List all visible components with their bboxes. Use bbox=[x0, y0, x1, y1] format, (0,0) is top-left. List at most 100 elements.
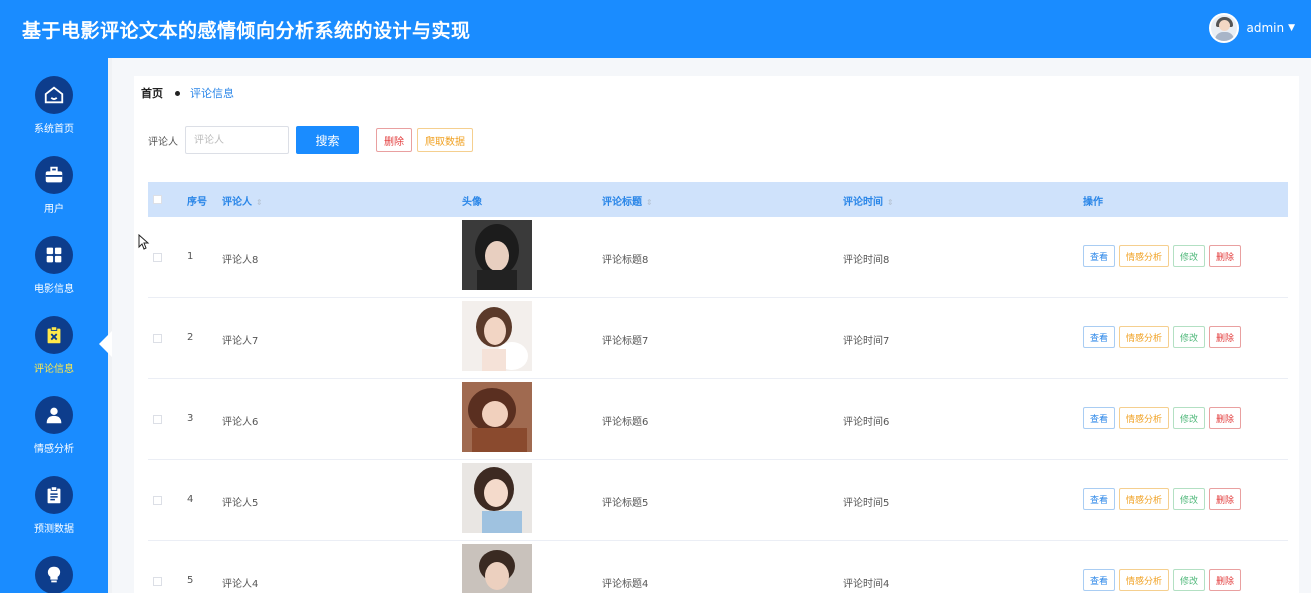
content-panel: 首页 评论信息 评论人 搜索 删除 爬取数据 序号 评论人⇕ 头像 评论标题⇕ … bbox=[134, 76, 1299, 593]
sentiment-analysis-button[interactable]: 情感分析 bbox=[1119, 407, 1170, 429]
search-label: 评论人 bbox=[148, 136, 178, 148]
main-content: 首页 评论信息 评论人 搜索 删除 爬取数据 序号 评论人⇕ 头像 评论标题⇕ … bbox=[112, 58, 1311, 593]
table-row: 5 评论人4 评论标题4 评论时间4 查看 情感分析 修改 删除 bbox=[148, 541, 1288, 593]
row-index: 3 bbox=[187, 413, 194, 424]
column-header-actions: 操作 bbox=[1083, 197, 1103, 208]
row-time: 评论时间6 bbox=[843, 417, 890, 428]
app-title: 基于电影评论文本的感情倾向分析系统的设计与实现 bbox=[22, 19, 471, 42]
breadcrumb: 首页 评论信息 bbox=[141, 85, 234, 101]
reviewer-avatar-image bbox=[462, 544, 532, 593]
sentiment-analysis-button[interactable]: 情感分析 bbox=[1119, 569, 1170, 591]
breadcrumb-home[interactable]: 首页 bbox=[141, 85, 163, 101]
row-actions: 查看 情感分析 修改 删除 bbox=[1083, 326, 1245, 348]
row-time: 评论时间7 bbox=[843, 336, 890, 347]
reviewer-avatar-image bbox=[462, 382, 532, 452]
row-checkbox[interactable] bbox=[153, 253, 162, 262]
sidebar-item-label: 电影信息 bbox=[34, 284, 74, 295]
user-icon bbox=[35, 396, 73, 434]
row-reviewer: 评论人5 bbox=[222, 498, 259, 509]
row-checkbox[interactable] bbox=[153, 496, 162, 505]
row-index: 2 bbox=[187, 332, 194, 343]
row-checkbox[interactable] bbox=[153, 415, 162, 424]
row-reviewer: 评论人8 bbox=[222, 255, 259, 266]
row-time: 评论时间8 bbox=[843, 255, 890, 266]
user-menu[interactable]: admin ▼ bbox=[1209, 13, 1295, 43]
sentiment-analysis-button[interactable]: 情感分析 bbox=[1119, 488, 1170, 510]
delete-button[interactable]: 删除 bbox=[1209, 569, 1242, 591]
username-label[interactable]: admin bbox=[1246, 21, 1284, 35]
row-actions: 查看 情感分析 修改 删除 bbox=[1083, 569, 1245, 591]
view-button[interactable]: 查看 bbox=[1083, 407, 1116, 429]
edit-button[interactable]: 修改 bbox=[1173, 569, 1206, 591]
row-reviewer: 评论人7 bbox=[222, 336, 259, 347]
document-icon bbox=[35, 476, 73, 514]
delete-button[interactable]: 删除 bbox=[1209, 326, 1242, 348]
delete-button[interactable]: 删除 bbox=[1209, 488, 1242, 510]
column-header-title[interactable]: 评论标题 ⇕ bbox=[602, 193, 653, 208]
row-reviewer: 评论人6 bbox=[222, 417, 259, 428]
edit-button[interactable]: 修改 bbox=[1173, 407, 1206, 429]
row-index: 4 bbox=[187, 494, 194, 505]
column-header-time[interactable]: 评论时间 ⇕ bbox=[843, 193, 894, 208]
search-button[interactable]: 搜索 bbox=[296, 126, 359, 154]
column-header-reviewer[interactable]: 评论人 ⇕ bbox=[222, 193, 263, 208]
table-row: 4 评论人5 评论标题5 评论时间5 查看 情感分析 修改 删除 bbox=[148, 460, 1288, 541]
column-header-avatar: 头像 bbox=[462, 197, 482, 208]
row-title: 评论标题5 bbox=[602, 498, 649, 509]
table-row: 3 评论人6 评论标题6 评论时间6 查看 情感分析 修改 删除 bbox=[148, 379, 1288, 460]
row-checkbox[interactable] bbox=[153, 577, 162, 586]
table-row: 1 评论人8 评论标题8 评论时间8 查看 情感分析 修改 删除 bbox=[148, 217, 1288, 298]
view-button[interactable]: 查看 bbox=[1083, 569, 1116, 591]
edit-button[interactable]: 修改 bbox=[1173, 326, 1206, 348]
delete-button[interactable]: 删除 bbox=[1209, 245, 1242, 267]
row-reviewer: 评论人4 bbox=[222, 579, 259, 590]
view-button[interactable]: 查看 bbox=[1083, 245, 1116, 267]
reviews-table: 序号 评论人 ⇕ 头像 评论标题 ⇕ 评论时间 ⇕ 操作 1 评论人8 评论标题8 评… bbox=[148, 182, 1288, 593]
sidebar-item-home[interactable]: 系统首页 bbox=[0, 58, 108, 138]
column-header-index: 序号 bbox=[187, 197, 207, 208]
caret-down-icon[interactable]: ▼ bbox=[1288, 23, 1295, 33]
view-button[interactable]: 查看 bbox=[1083, 326, 1116, 348]
sidebar-item-label: 用户 bbox=[44, 204, 64, 215]
sort-icon: ⇕ bbox=[256, 198, 263, 207]
table-header: 序号 评论人 ⇕ 头像 评论标题 ⇕ 评论时间 ⇕ 操作 bbox=[148, 182, 1288, 217]
clipboard-x-icon bbox=[35, 316, 73, 354]
sidebar-item-label: 预测数据 bbox=[34, 524, 74, 535]
row-actions: 查看 情感分析 修改 删除 bbox=[1083, 488, 1245, 510]
reviewer-search-input[interactable] bbox=[185, 126, 289, 154]
avatar[interactable] bbox=[1209, 13, 1240, 43]
row-title: 评论标题4 bbox=[602, 579, 649, 590]
sidebar-item-sentiment[interactable]: 情感分析 bbox=[0, 378, 108, 458]
top-header: 基于电影评论文本的感情倾向分析系统的设计与实现 admin ▼ bbox=[0, 0, 1311, 58]
crawl-data-button[interactable]: 爬取数据 bbox=[417, 128, 473, 152]
sidebar-item-prediction[interactable]: 预测数据 bbox=[0, 458, 108, 538]
row-checkbox[interactable] bbox=[153, 334, 162, 343]
row-time: 评论时间4 bbox=[843, 579, 890, 590]
grid-icon bbox=[35, 236, 73, 274]
sort-icon: ⇕ bbox=[887, 198, 894, 207]
row-index: 5 bbox=[187, 575, 194, 586]
select-all-checkbox[interactable] bbox=[153, 195, 162, 204]
row-actions: 查看 情感分析 修改 删除 bbox=[1083, 407, 1245, 429]
view-button[interactable]: 查看 bbox=[1083, 488, 1116, 510]
row-title: 评论标题7 bbox=[602, 336, 649, 347]
active-indicator bbox=[99, 331, 112, 357]
delete-button[interactable]: 删除 bbox=[1209, 407, 1242, 429]
edit-button[interactable]: 修改 bbox=[1173, 245, 1206, 267]
reviewer-avatar-image bbox=[462, 301, 532, 371]
edit-button[interactable]: 修改 bbox=[1173, 488, 1206, 510]
sidebar-item-label: 情感分析 bbox=[34, 444, 74, 455]
sidebar-item-label: 评论信息 bbox=[34, 364, 74, 375]
sidebar-item-reviews[interactable]: 评论信息 bbox=[0, 298, 108, 378]
sidebar-item-users[interactable]: 用户 bbox=[0, 138, 108, 218]
sidebar-item-extra[interactable] bbox=[0, 538, 108, 593]
home-icon bbox=[35, 76, 73, 114]
row-title: 评论标题6 bbox=[602, 417, 649, 428]
bulk-delete-button[interactable]: 删除 bbox=[376, 128, 412, 152]
sidebar-item-movies[interactable]: 电影信息 bbox=[0, 218, 108, 298]
sentiment-analysis-button[interactable]: 情感分析 bbox=[1119, 326, 1170, 348]
sort-icon: ⇕ bbox=[646, 198, 653, 207]
search-bar: 评论人 搜索 删除 爬取数据 bbox=[148, 126, 473, 154]
breadcrumb-current: 评论信息 bbox=[190, 87, 234, 100]
sentiment-analysis-button[interactable]: 情感分析 bbox=[1119, 245, 1170, 267]
